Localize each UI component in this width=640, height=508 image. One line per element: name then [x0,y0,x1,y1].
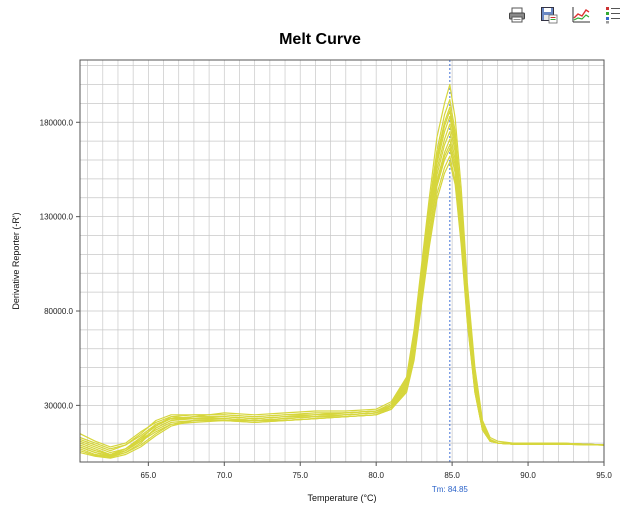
x-tick-label: 80.0 [368,471,384,480]
y-tick-label: 30000.0 [44,401,73,410]
y-tick-label: 130000.0 [40,213,74,222]
x-tick-label: 70.0 [217,471,233,480]
y-axis: 30000.0 80000.0 130000.0 180000.0 [40,118,80,410]
x-axis: 65.0 70.0 75.0 80.0 85.0 90.0 95.0 [141,462,612,480]
tm-label: Tm: 84.85 [432,485,469,494]
x-tick-label: 85.0 [444,471,460,480]
x-tick-label: 75.0 [292,471,308,480]
melt-curve-chart: 65.0 70.0 75.0 80.0 85.0 90.0 95.0 30000.0 8000… [11,59,612,503]
y-axis-label: Derivative Reporter (-R') [11,212,21,309]
y-tick-label: 180000.0 [40,118,74,127]
plot-background [80,60,604,462]
x-tick-label: 90.0 [520,471,536,480]
y-tick-label: 80000.0 [44,307,73,316]
x-tick-label: 95.0 [596,471,612,480]
x-tick-label: 65.0 [141,471,157,480]
x-axis-label: Temperature (°C) [307,493,376,503]
grid [80,60,605,462]
